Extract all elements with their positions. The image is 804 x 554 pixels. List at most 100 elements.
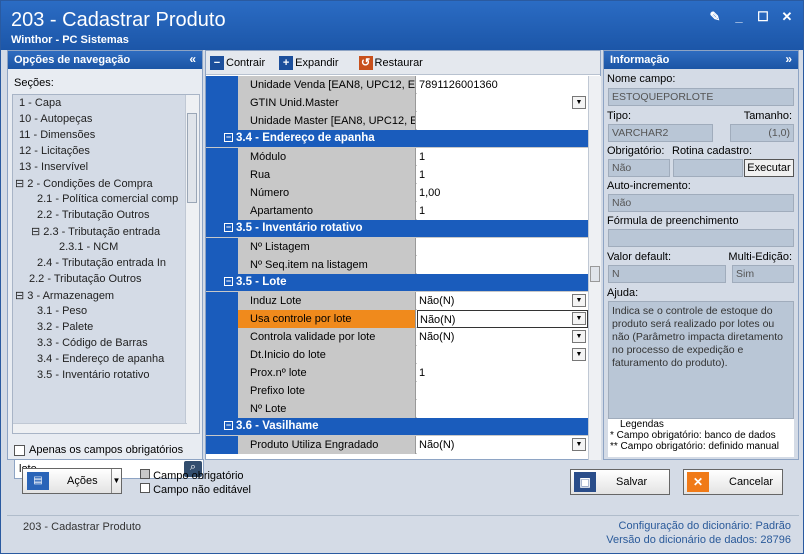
- sections-tree[interactable]: 1 - Capa 10 - Autopeças 11 - Dimensões 1…: [12, 94, 200, 434]
- tree-item[interactable]: 11 - Dimensões: [19, 129, 95, 141]
- grid-row[interactable]: Módulo 1: [206, 148, 588, 166]
- property-grid: Unidade Venda [EAN8, UPC12, EAN 789112600…: [206, 76, 588, 460]
- collapse-icon[interactable]: −: [224, 133, 233, 142]
- save-button[interactable]: ▣ Salvar: [570, 469, 670, 495]
- grid-row[interactable]: Nº Seq.item na listagem: [206, 256, 588, 274]
- section-header[interactable]: −3.5 - Inventário rotativo: [206, 220, 588, 238]
- edit-icon[interactable]: ✎: [705, 9, 725, 25]
- help-label: Ajuda:: [607, 287, 639, 299]
- nav-header: Opções de navegação: [14, 54, 131, 66]
- cancel-button[interactable]: ✕ Cancelar: [683, 469, 783, 495]
- expand-button[interactable]: + Expandir: [279, 55, 339, 70]
- required-value: Não: [608, 159, 670, 177]
- close-button[interactable]: ✕: [777, 9, 797, 25]
- grid-row[interactable]: Produto Utiliza Engradado Não(N) ▼: [206, 436, 588, 454]
- tree-item[interactable]: 12 - Licitações: [19, 145, 90, 157]
- grid-scrollbar[interactable]: [588, 76, 601, 460]
- only-required-checkbox[interactable]: Apenas os campos obrigatórios: [14, 444, 183, 456]
- tree-item[interactable]: 2.1 - Política comercial comp: [37, 193, 178, 205]
- grid-row[interactable]: Prefixo lote: [206, 382, 588, 400]
- bottom-bar: ▤ Ações ▼ Campo obrigatório Campo não edit…: [7, 463, 799, 503]
- tree-item[interactable]: 2.4 - Tributação entrada In: [37, 257, 166, 269]
- checkbox-box[interactable]: [14, 444, 25, 456]
- tree-item[interactable]: 2.2 - Tributação Outros: [37, 209, 150, 221]
- minimize-button[interactable]: _: [729, 9, 749, 25]
- tree-item[interactable]: 1 - Capa: [19, 97, 61, 109]
- legend-not-editable: Campo não editável: [140, 483, 251, 496]
- routine-value: [673, 159, 743, 177]
- dropdown-icon[interactable]: ▼: [572, 330, 586, 343]
- sections-label: Seções:: [14, 77, 54, 89]
- grid-row[interactable]: Prox.nº lote 1: [206, 364, 588, 382]
- restore-icon: ↺: [358, 55, 373, 70]
- section-header[interactable]: −3.4 - Endereço de apanha: [206, 130, 588, 148]
- maximize-button[interactable]: ☐: [753, 9, 773, 25]
- collapse-icon[interactable]: −: [224, 421, 233, 430]
- collapse-button[interactable]: − Contrair: [210, 55, 265, 70]
- default-value: N: [608, 265, 726, 283]
- legend-required: Campo obrigatório: [140, 469, 244, 482]
- tree-item[interactable]: 2.3.1 - NCM: [59, 241, 118, 253]
- grid-row[interactable]: Nº Lote: [206, 400, 588, 418]
- tree-hscrollbar[interactable]: [13, 423, 187, 433]
- grid-row[interactable]: Unidade Venda [EAN8, UPC12, EAN 789112600…: [206, 76, 588, 94]
- field-name-value: ESTOQUEPORLOTE: [608, 88, 794, 106]
- multiedit-value: Sim: [732, 265, 794, 283]
- tree-item[interactable]: 3.1 - Peso: [37, 305, 87, 317]
- grid-row[interactable]: Controla validade por lote Não(N) ▼: [206, 328, 588, 346]
- dropdown-arrow-icon[interactable]: ▼: [111, 469, 121, 493]
- dict-config: Configuração do dicionário: Padrão: [618, 520, 791, 532]
- formula-value: [608, 229, 794, 247]
- section-header[interactable]: −3.5 - Lote: [206, 274, 588, 292]
- title-bar: 203 - Cadastrar Produto Winthor - PC Sis…: [1, 1, 803, 50]
- tree-item[interactable]: 2.2 - Tributação Outros: [29, 273, 142, 285]
- tree-item[interactable]: ⊟ 3 - Armazenagem: [15, 289, 114, 302]
- grid-row[interactable]: Unidade Master [EAN8, UPC12, EA: [206, 112, 588, 130]
- grid-toolbar: − Contrair + Expandir ↺ Restaurar: [206, 51, 600, 75]
- collapse-left-icon[interactable]: «: [189, 52, 196, 66]
- scroll-thumb[interactable]: [187, 113, 197, 203]
- collapse-icon[interactable]: −: [224, 223, 233, 232]
- grid-row[interactable]: Rua 1: [206, 166, 588, 184]
- type-label: Tipo:: [607, 110, 632, 122]
- status-bar: 203 - Cadastrar Produto Configuração do …: [7, 515, 799, 549]
- grid-row[interactable]: Nº Listagem: [206, 238, 588, 256]
- grid-row[interactable]: Número 1,00: [206, 184, 588, 202]
- tree-item[interactable]: 13 - Inservível: [19, 161, 88, 173]
- window-title: 203 - Cadastrar Produto: [11, 9, 226, 31]
- actions-icon: ▤: [27, 472, 49, 490]
- dropdown-icon[interactable]: ▼: [572, 438, 586, 451]
- tree-item[interactable]: 10 - Autopeças: [19, 113, 92, 125]
- tree-item[interactable]: ⊟ 2.3 - Tributação entrada: [31, 225, 160, 238]
- save-icon: ▣: [574, 472, 596, 492]
- grid-row[interactable]: GTIN Unid.Master ▼: [206, 94, 588, 112]
- scroll-thumb[interactable]: [590, 266, 600, 282]
- collapse-icon[interactable]: −: [224, 277, 233, 286]
- tree-item[interactable]: 3.5 - Inventário rotativo: [37, 369, 150, 381]
- dropdown-icon[interactable]: ▼: [572, 348, 586, 361]
- main-window: 203 - Cadastrar Produto Winthor - PC Sis…: [0, 0, 804, 554]
- dropdown-icon[interactable]: ▼: [572, 96, 586, 109]
- actions-button[interactable]: ▤ Ações ▼: [22, 468, 122, 494]
- required-label: Obrigatório:: [607, 145, 665, 157]
- grid-row-selected[interactable]: Usa controle por lote Não(N) ▼: [206, 310, 588, 328]
- collapse-right-icon[interactable]: »: [785, 52, 792, 66]
- execute-button[interactable]: Executar: [744, 159, 794, 177]
- grid-row[interactable]: Dt.Inicio do lote ▼: [206, 346, 588, 364]
- grid-row[interactable]: Induz Lote Não(N) ▼: [206, 292, 588, 310]
- dropdown-icon[interactable]: ▼: [572, 294, 586, 307]
- legend: Legendas * Campo obrigatório: banco de d…: [608, 419, 794, 457]
- tree-item[interactable]: 3.2 - Palete: [37, 321, 93, 333]
- status-left: 203 - Cadastrar Produto: [23, 521, 142, 533]
- restore-button[interactable]: ↺ Restaurar: [358, 55, 423, 70]
- dict-version: Versão do dicionário de dados: 28796: [606, 534, 791, 546]
- grid-row[interactable]: Apartamento 1: [206, 202, 588, 220]
- section-header[interactable]: −3.6 - Vasilhame: [206, 418, 588, 436]
- autoinc-label: Auto-incremento:: [607, 180, 691, 192]
- tree-item[interactable]: 3.4 - Endereço de apanha: [37, 353, 164, 365]
- tree-item[interactable]: 3.3 - Código de Barras: [37, 337, 148, 349]
- tree-scrollbar[interactable]: [185, 95, 199, 433]
- size-label: Tamanho:: [743, 110, 792, 122]
- tree-item[interactable]: ⊟ 2 - Condições de Compra: [15, 177, 153, 190]
- dropdown-icon[interactable]: ▼: [572, 312, 586, 325]
